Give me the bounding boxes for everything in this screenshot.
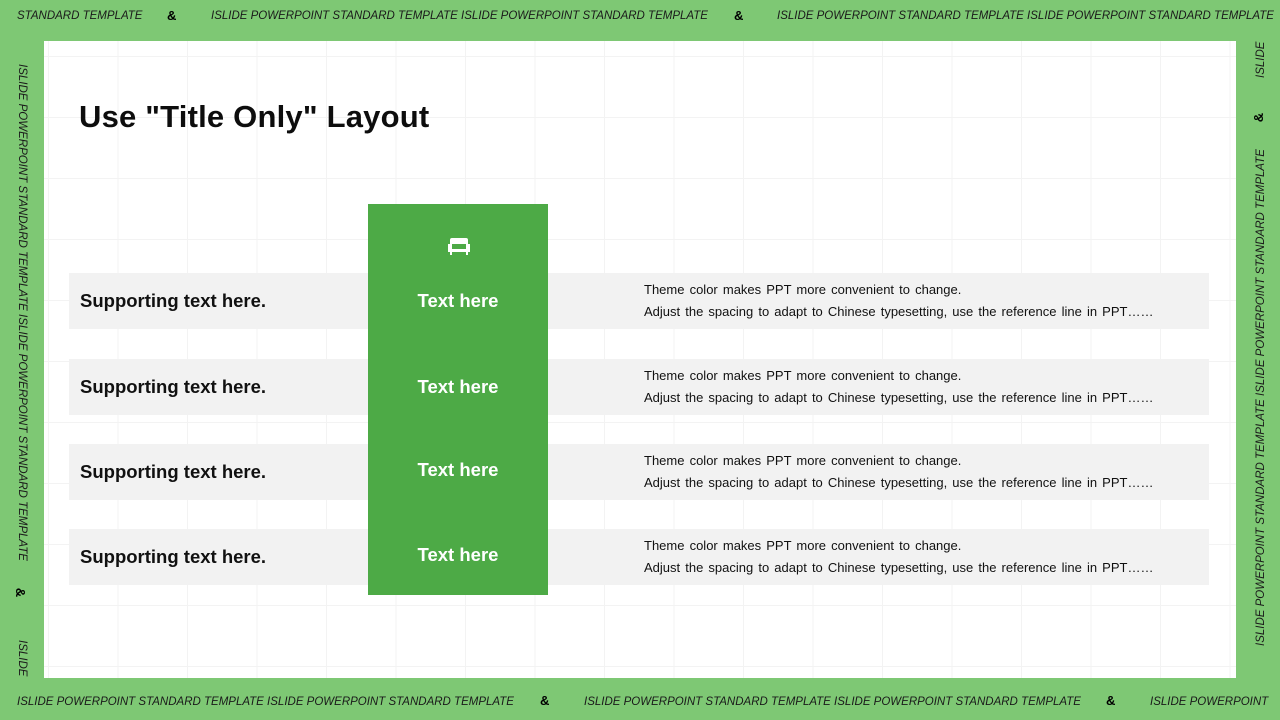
frame-bottom-text-2: ISLIDE POWERPOINT STANDARD TEMPLATE ISLI… <box>584 696 1081 708</box>
row-label: Supporting text here. <box>80 290 267 311</box>
row-description: Theme color makes PPT more convenient to… <box>644 535 1153 578</box>
frame-left-separator: & <box>13 587 29 598</box>
frame-top-separator-2: & <box>734 8 744 23</box>
row-description-line: Adjust the spacing to adapt to Chinese t… <box>644 389 1154 405</box>
row-description: Theme color makes PPT more convenient to… <box>644 365 1153 408</box>
column-text: Text here <box>417 290 499 311</box>
frame-bottom-text-3: ISLIDE POWERPOINT <box>1150 696 1269 708</box>
row-label: Supporting text here. <box>80 546 267 567</box>
row-description: Theme color makes PPT more convenient to… <box>644 279 1153 322</box>
row-description-line: Adjust the spacing to adapt to Chinese t… <box>644 559 1154 575</box>
content-row: Supporting text here. Theme color makes … <box>69 359 1209 415</box>
frame-left-text-2: ISLIDE <box>16 640 28 677</box>
column-text: Text here <box>417 376 499 397</box>
column-text: Text here <box>417 544 499 565</box>
frame-top-text-1: STANDARD TEMPLATE <box>17 10 143 22</box>
accent-column: Text here Text here Text here Text here <box>368 204 548 595</box>
row-label: Supporting text here. <box>80 376 267 397</box>
row-description-line: Adjust the spacing to adapt to Chinese t… <box>644 474 1154 490</box>
frame-top-text-2: ISLIDE POWERPOINT STANDARD TEMPLATE ISLI… <box>211 10 708 22</box>
slide-canvas: Use "Title Only" Layout Supporting text … <box>44 41 1236 678</box>
row-description: Theme color makes PPT more convenient to… <box>644 450 1153 493</box>
row-description-line: Theme color makes PPT more convenient to… <box>644 368 962 383</box>
content-row: Supporting text here. Theme color makes … <box>69 444 1209 500</box>
row-description-line: Theme color makes PPT more convenient to… <box>644 282 962 297</box>
frame-top-text-3: ISLIDE POWERPOINT STANDARD TEMPLATE ISLI… <box>777 10 1274 22</box>
content-row: Supporting text here. Theme color makes … <box>69 273 1209 329</box>
frame-bottom-text-1: ISLIDE POWERPOINT STANDARD TEMPLATE ISLI… <box>17 696 514 708</box>
content-row: Supporting text here. Theme color makes … <box>69 529 1209 585</box>
sofa-icon <box>448 238 470 255</box>
frame-right-text-1: ISLIDE <box>1255 41 1267 78</box>
column-text: Text here <box>417 459 499 480</box>
frame-right-separator: & <box>1251 112 1267 123</box>
frame-right-text-2: ISLIDE POWERPOINT STANDARD TEMPLATE ISLI… <box>1255 149 1267 646</box>
frame-left-text-1: ISLIDE POWERPOINT STANDARD TEMPLATE ISLI… <box>16 64 28 561</box>
row-description-line: Theme color makes PPT more convenient to… <box>644 453 962 468</box>
row-description-line: Adjust the spacing to adapt to Chinese t… <box>644 303 1154 319</box>
row-description-line: Theme color makes PPT more convenient to… <box>644 538 962 553</box>
frame-bottom-separator-2: & <box>1106 693 1116 708</box>
slide-title: Use "Title Only" Layout <box>79 99 430 134</box>
frame-top-separator-1: & <box>167 8 177 23</box>
row-label: Supporting text here. <box>80 461 267 482</box>
frame-bottom-separator-1: & <box>540 693 550 708</box>
